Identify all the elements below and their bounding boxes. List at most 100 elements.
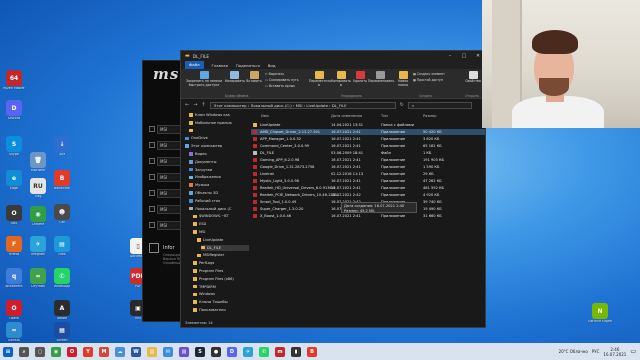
desktop-icon[interactable]: ✆ WhatsApp bbox=[50, 268, 74, 289]
nav-item[interactable]: Пользователи bbox=[193, 307, 249, 313]
breadcrumb-item[interactable]: DL_FILE bbox=[332, 103, 347, 108]
file-row[interactable]: LiveUpdate 14.04.2021 13:51 Папка с файлам… bbox=[251, 122, 485, 128]
desktop-icon[interactable]: A Adobe bbox=[50, 300, 74, 321]
file-row[interactable]: DL_FILE 03.06.2009 18:41 Файл 1 КБ bbox=[251, 150, 485, 156]
file-row[interactable]: Command_Center_3.0.0.99 16.07.2021 2:41 Пр… bbox=[251, 143, 485, 149]
pin-quick-access-button[interactable]: Закрепить на панели быстрого доступа bbox=[184, 71, 224, 87]
desktop-icon[interactable]: 64 Ryzen Master bbox=[2, 70, 26, 91]
nav-item[interactable]: Музыка bbox=[189, 182, 249, 188]
msi-checkbox[interactable] bbox=[149, 158, 155, 164]
msi-checkbox[interactable] bbox=[149, 206, 155, 212]
desktop-icon[interactable]: ≈ Панель bbox=[2, 322, 26, 343]
desktop-icon[interactable]: O Opera bbox=[2, 300, 26, 321]
copy-button[interactable]: Копировать bbox=[225, 71, 245, 84]
word-icon[interactable]: W bbox=[131, 346, 141, 357]
properties-button[interactable]: Свойства bbox=[463, 71, 483, 84]
nav-item[interactable]: Загрузки bbox=[189, 167, 249, 173]
copy-to-button[interactable]: Копировать в bbox=[331, 71, 351, 87]
nav-item[interactable]: MSI bbox=[193, 229, 249, 235]
column-size[interactable]: Размер bbox=[423, 114, 436, 118]
nav-item[interactable]: ESD bbox=[193, 221, 249, 227]
terminal-icon[interactable]: ▮ bbox=[291, 346, 301, 357]
nav-item[interactable] bbox=[189, 128, 249, 134]
refresh-icon[interactable]: ↻ bbox=[400, 102, 404, 108]
desktop-icon[interactable]: ≈ Спутник bbox=[26, 268, 50, 289]
desktop-icon[interactable]: ▦ Screen bbox=[50, 322, 74, 343]
file-row[interactable]: Realtek_PCIE_Network_Drivers_10.46.1231.… bbox=[251, 192, 485, 198]
back-arrow-icon[interactable]: ← bbox=[185, 102, 189, 108]
nav-item[interactable]: Изображения bbox=[189, 174, 249, 180]
msi-checkbox[interactable] bbox=[149, 190, 155, 196]
tab-share[interactable]: Поделиться bbox=[236, 63, 260, 68]
desktop-icon[interactable]: ☻ Cat bbox=[50, 204, 74, 225]
search-input[interactable]: ⌕ bbox=[407, 101, 472, 109]
desktop-icon[interactable]: q qBittorrent bbox=[2, 268, 26, 289]
maximize-button[interactable]: □ bbox=[457, 51, 471, 61]
copy-path-button[interactable]: ▭ Скопировать путь bbox=[265, 78, 299, 82]
msi-checkbox[interactable] bbox=[149, 142, 155, 148]
telegram-icon[interactable]: ✈ bbox=[243, 346, 253, 357]
weather-widget[interactable]: 20°C Облачно bbox=[559, 349, 588, 354]
desktop-icon[interactable]: ✈ Telegram bbox=[26, 236, 50, 257]
msi-icon[interactable]: m bbox=[275, 346, 285, 357]
file-row[interactable]: AMD_Chipset_Driver_2.13.27.501 16.07.2021… bbox=[251, 129, 485, 135]
nav-item[interactable]: Этот компьютер bbox=[185, 143, 249, 149]
explorer-icon[interactable]: ▤ bbox=[147, 346, 157, 357]
steam-icon[interactable]: S bbox=[195, 346, 205, 357]
move-to-button[interactable]: Переместить в bbox=[309, 71, 331, 87]
nav-item[interactable]: Рабочий стол bbox=[189, 198, 249, 204]
breadcrumb-item[interactable]: Этот компьютер bbox=[214, 103, 247, 108]
nav-item[interactable]: Видео bbox=[189, 151, 249, 157]
file-row[interactable]: APP_Manager_1.0.0.32 16.07.2021 2:41 Прило… bbox=[251, 136, 485, 142]
desktop-icon[interactable]: B Bandicam bbox=[50, 170, 74, 191]
desktop-icon[interactable]: D Discord bbox=[2, 100, 26, 121]
nav-item[interactable]: TMPDIRM bbox=[193, 284, 249, 290]
nav-item[interactable]: Program Files (x86) bbox=[193, 276, 249, 282]
photo-icon[interactable]: ▨ bbox=[179, 346, 189, 357]
new-item-button[interactable]: ▦ Создать элемент bbox=[413, 72, 445, 76]
nav-item[interactable]: Объекты 3D bbox=[189, 190, 249, 196]
desktop-icon[interactable]: ↓ IDM bbox=[50, 136, 74, 157]
desktop-icon[interactable]: ◉ Chrome bbox=[26, 206, 50, 227]
address-bar[interactable]: Этот компьютер › Локальный диск (C:) › M… bbox=[209, 101, 396, 109]
nav-item[interactable]: $WINDOWS.~BT bbox=[193, 213, 249, 219]
minimize-button[interactable]: – bbox=[443, 51, 457, 61]
bandicam-icon[interactable]: B bbox=[307, 346, 317, 357]
desktop-icon[interactable]: ▤ Files bbox=[50, 236, 74, 257]
easy-access-button[interactable]: ▦ Простой доступ bbox=[413, 78, 443, 82]
file-row[interactable]: Gaming_APP_6.2.0.98 16.07.2021 2:41 Прилож… bbox=[251, 157, 485, 163]
nav-item[interactable]: Ключи Тошибы bbox=[193, 299, 249, 305]
up-arrow-icon[interactable]: ↑ bbox=[201, 102, 205, 108]
nav-item[interactable]: LiveUpdate bbox=[197, 237, 249, 243]
discord-icon[interactable]: D bbox=[227, 346, 237, 357]
new-folder-button[interactable]: Новая папка bbox=[395, 71, 411, 87]
paste-shortcut-button[interactable]: ▭ Вставить ярлык bbox=[265, 84, 295, 88]
desktop-icon[interactable]: 🗑 Корзина bbox=[26, 152, 50, 173]
nav-item[interactable]: Локальный диск (C bbox=[189, 206, 249, 212]
desktop-icon[interactable]: S Skype bbox=[2, 136, 26, 157]
tab-home[interactable]: Главная bbox=[212, 63, 228, 68]
clock[interactable]: 2:46 16.07.2021 bbox=[603, 347, 626, 357]
paste-button[interactable]: Вставить bbox=[245, 71, 263, 84]
nav-item[interactable]: DL_FILE bbox=[201, 244, 249, 251]
opera-icon[interactable]: O bbox=[67, 346, 77, 357]
desktop-icon[interactable]: F Firefox bbox=[2, 236, 26, 257]
nav-item[interactable]: MSIRegister bbox=[197, 252, 249, 258]
tab-view[interactable]: Вид bbox=[268, 63, 276, 68]
desktop-icon-geforce[interactable]: N GeForce Experience bbox=[588, 303, 612, 324]
desktop-icon[interactable]: e Edge bbox=[2, 170, 26, 191]
tab-file[interactable]: Файл bbox=[185, 61, 204, 69]
nav-item[interactable]: Мобильное прилож bbox=[189, 120, 249, 126]
column-name[interactable]: Имя bbox=[261, 114, 269, 118]
file-row[interactable]: Liveinst 02.12.2016 11:13 Приложение 29 КБ bbox=[251, 171, 485, 177]
nav-item[interactable]: Документы bbox=[189, 159, 249, 165]
cloud-icon[interactable]: ☁ bbox=[115, 346, 125, 357]
nav-item[interactable]: Program Files bbox=[193, 268, 249, 274]
cut-button[interactable]: ✂ Вырезать bbox=[265, 72, 284, 76]
file-row[interactable]: X_Boost_1.0.0.46 16.07.2021 2:41 Приложени… bbox=[251, 213, 485, 219]
yandex-icon[interactable]: Y bbox=[83, 346, 93, 357]
file-row[interactable]: Realtek_HD_Universal_Drivers_6.0.9136.1 1… bbox=[251, 185, 485, 191]
msi-checkbox[interactable] bbox=[149, 222, 155, 228]
mail-icon[interactable]: ✉ bbox=[163, 346, 173, 357]
obs-icon[interactable]: ● bbox=[211, 346, 221, 357]
